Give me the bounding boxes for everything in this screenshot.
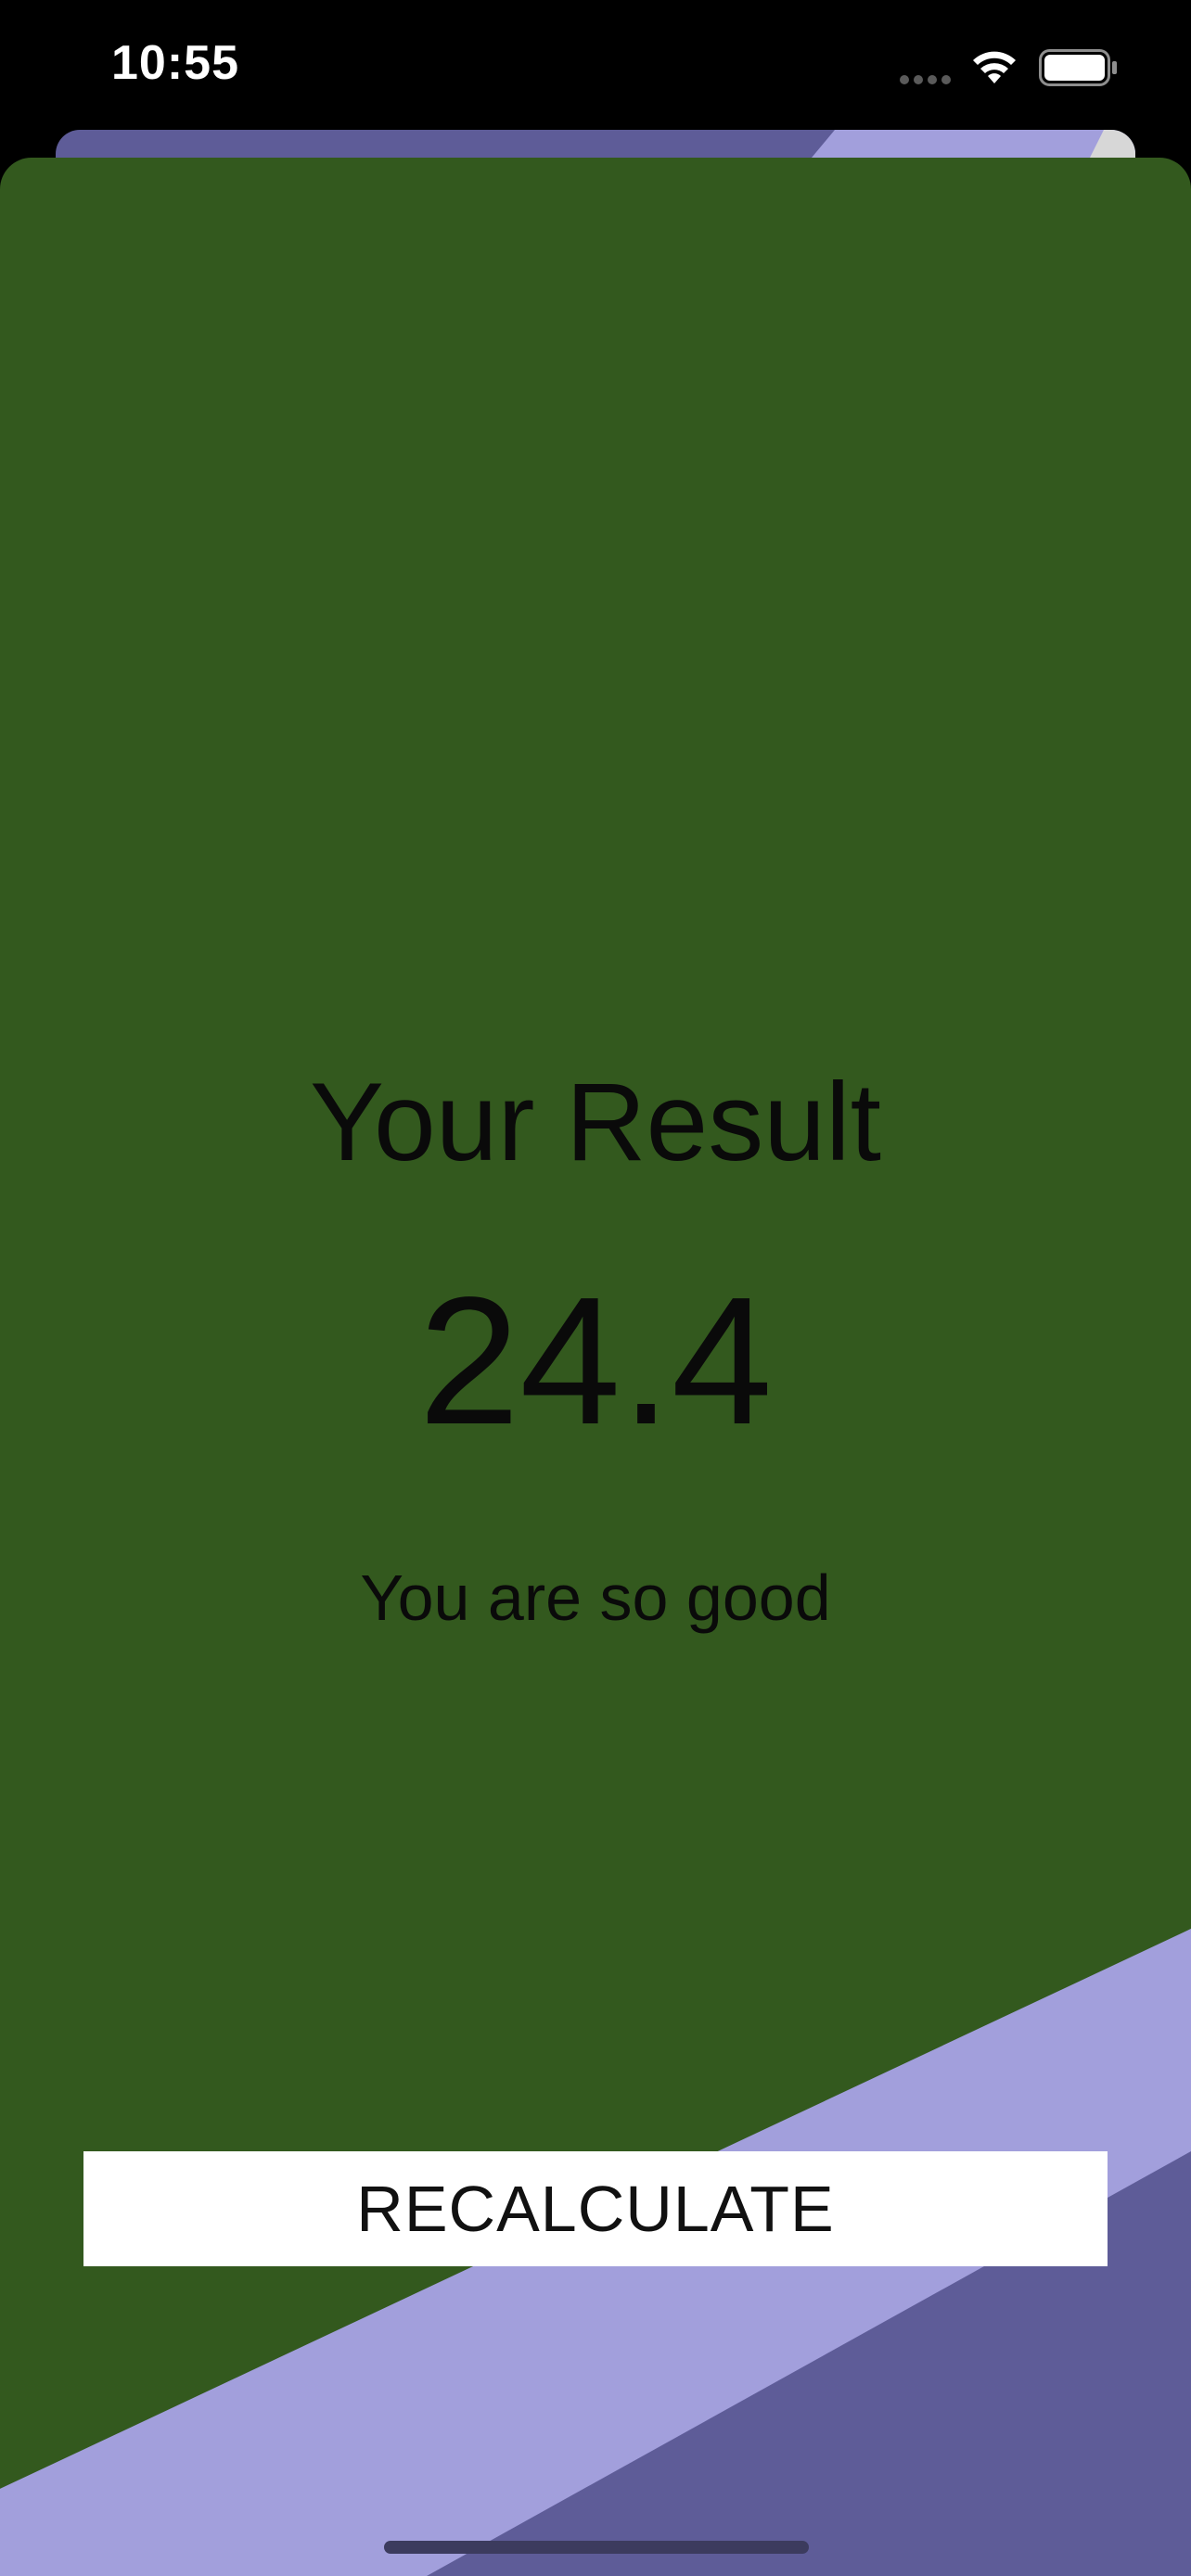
screen: 10:55 Your Result 24.4 You are so good R…: [0, 0, 1191, 2576]
result-title: Your Result: [310, 1060, 881, 1184]
recalculate-button[interactable]: RECALCULATE: [83, 2151, 1108, 2266]
wifi-icon: [973, 51, 1016, 83]
signal-dots-icon: [900, 72, 959, 84]
bmi-value: 24.4: [418, 1259, 773, 1462]
status-time: 10:55: [111, 36, 239, 90]
result-message: You are so good: [360, 1562, 831, 1634]
home-indicator[interactable]: [384, 2541, 809, 2554]
status-bar: 10:55: [0, 0, 1191, 139]
battery-icon: [1039, 49, 1117, 86]
